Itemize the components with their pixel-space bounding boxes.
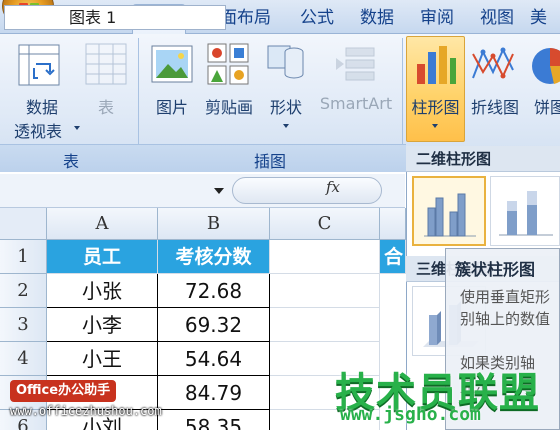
clustered-column-icon — [424, 193, 476, 237]
line-chart-icon[interactable] — [470, 42, 516, 88]
pivot-table-label-1[interactable]: 数据 — [18, 94, 66, 118]
cell-c1[interactable] — [270, 240, 380, 274]
smartart-icon[interactable] — [332, 44, 378, 84]
shapes-icon[interactable] — [264, 42, 310, 86]
pie-chart-icon[interactable] — [528, 44, 560, 88]
table-group-label: 表 — [62, 152, 79, 171]
clipart-label[interactable]: 剪贴画 — [200, 94, 258, 118]
cell-b3[interactable]: 69.32 — [158, 308, 270, 342]
pivot-dropdown-icon[interactable] — [74, 126, 80, 130]
shapes-label[interactable]: 形状 — [264, 94, 308, 118]
line-chart-label[interactable]: 折线图 — [466, 94, 524, 118]
watermark-badge: Office办公助手 — [10, 380, 117, 402]
name-box-dropdown-icon[interactable] — [214, 188, 224, 194]
cell-a2[interactable]: 小张 — [47, 274, 158, 308]
name-box[interactable]: 图表 1 — [4, 5, 226, 30]
pivot-table-icon[interactable] — [16, 42, 62, 88]
column-header-d[interactable] — [380, 208, 406, 240]
row-header-1[interactable]: 1 — [0, 240, 47, 274]
cell-d1[interactable]: 合 — [380, 240, 406, 274]
tooltip-line-1: 使用垂直矩形 — [460, 288, 551, 306]
picture-label[interactable]: 图片 — [150, 94, 194, 118]
smartart-label[interactable]: SmartArt — [316, 94, 396, 113]
tab-data[interactable]: 数据 — [350, 6, 404, 34]
cell-b6[interactable]: 58.35 — [158, 410, 270, 430]
table-icon[interactable] — [84, 42, 128, 86]
tab-formulas[interactable]: 公式 — [290, 6, 344, 34]
cell-b4[interactable]: 54.64 — [158, 342, 270, 376]
shapes-dropdown-icon[interactable] — [283, 124, 289, 128]
column-header-c[interactable]: C — [270, 208, 380, 240]
cell-b5[interactable]: 84.79 — [158, 376, 270, 410]
picture-icon[interactable] — [150, 42, 194, 86]
tab-partial[interactable]: 美 — [530, 6, 560, 34]
clustered-column-thumbnail[interactable] — [412, 176, 486, 246]
cell-c3[interactable] — [270, 308, 380, 342]
clipart-icon[interactable] — [206, 42, 250, 86]
table-label[interactable]: 表 — [94, 94, 118, 118]
cell-a1[interactable]: 员工 — [47, 240, 158, 274]
column-chart-icon[interactable] — [413, 42, 459, 88]
row-header-3[interactable]: 3 — [0, 308, 47, 342]
row-header-2[interactable]: 2 — [0, 274, 47, 308]
insert-function-icon[interactable]: fx — [326, 178, 340, 196]
cell-b2[interactable]: 72.68 — [158, 274, 270, 308]
formula-divider — [232, 177, 382, 204]
pie-chart-label[interactable]: 饼图 — [534, 94, 560, 118]
column-header-a[interactable]: A — [47, 208, 158, 240]
watermark-brand-url: www.jsgho.com — [340, 404, 481, 425]
illustrations-group-label: 插图 — [253, 152, 286, 171]
stacked-column-thumbnail[interactable] — [490, 176, 560, 246]
watermark-badge-url: www.officezhushou.com — [10, 404, 162, 418]
select-all-corner[interactable] — [0, 208, 47, 240]
cell-b1[interactable]: 考核分数 — [158, 240, 270, 274]
tab-review[interactable]: 审阅 — [410, 6, 464, 34]
cell-a3[interactable]: 小李 — [47, 308, 158, 342]
column-chart-dropdown-icon[interactable] — [432, 124, 438, 128]
tooltip-title: 簇状柱形图 — [455, 260, 536, 279]
cell-a4[interactable]: 小王 — [47, 342, 158, 376]
tooltip-line-2: 别轴上的数值 — [460, 310, 551, 328]
cell-c2[interactable] — [270, 274, 380, 308]
pivot-table-label-2[interactable]: 透视表 — [6, 118, 70, 142]
tab-view[interactable]: 视图 — [470, 6, 524, 34]
column-chart-label[interactable]: 柱形图 — [406, 94, 465, 118]
column-header-b[interactable]: B — [158, 208, 270, 240]
stacked-column-icon — [499, 191, 553, 236]
row-header-4[interactable]: 4 — [0, 342, 47, 376]
gallery-section-2d: 二维柱形图 — [406, 146, 560, 172]
